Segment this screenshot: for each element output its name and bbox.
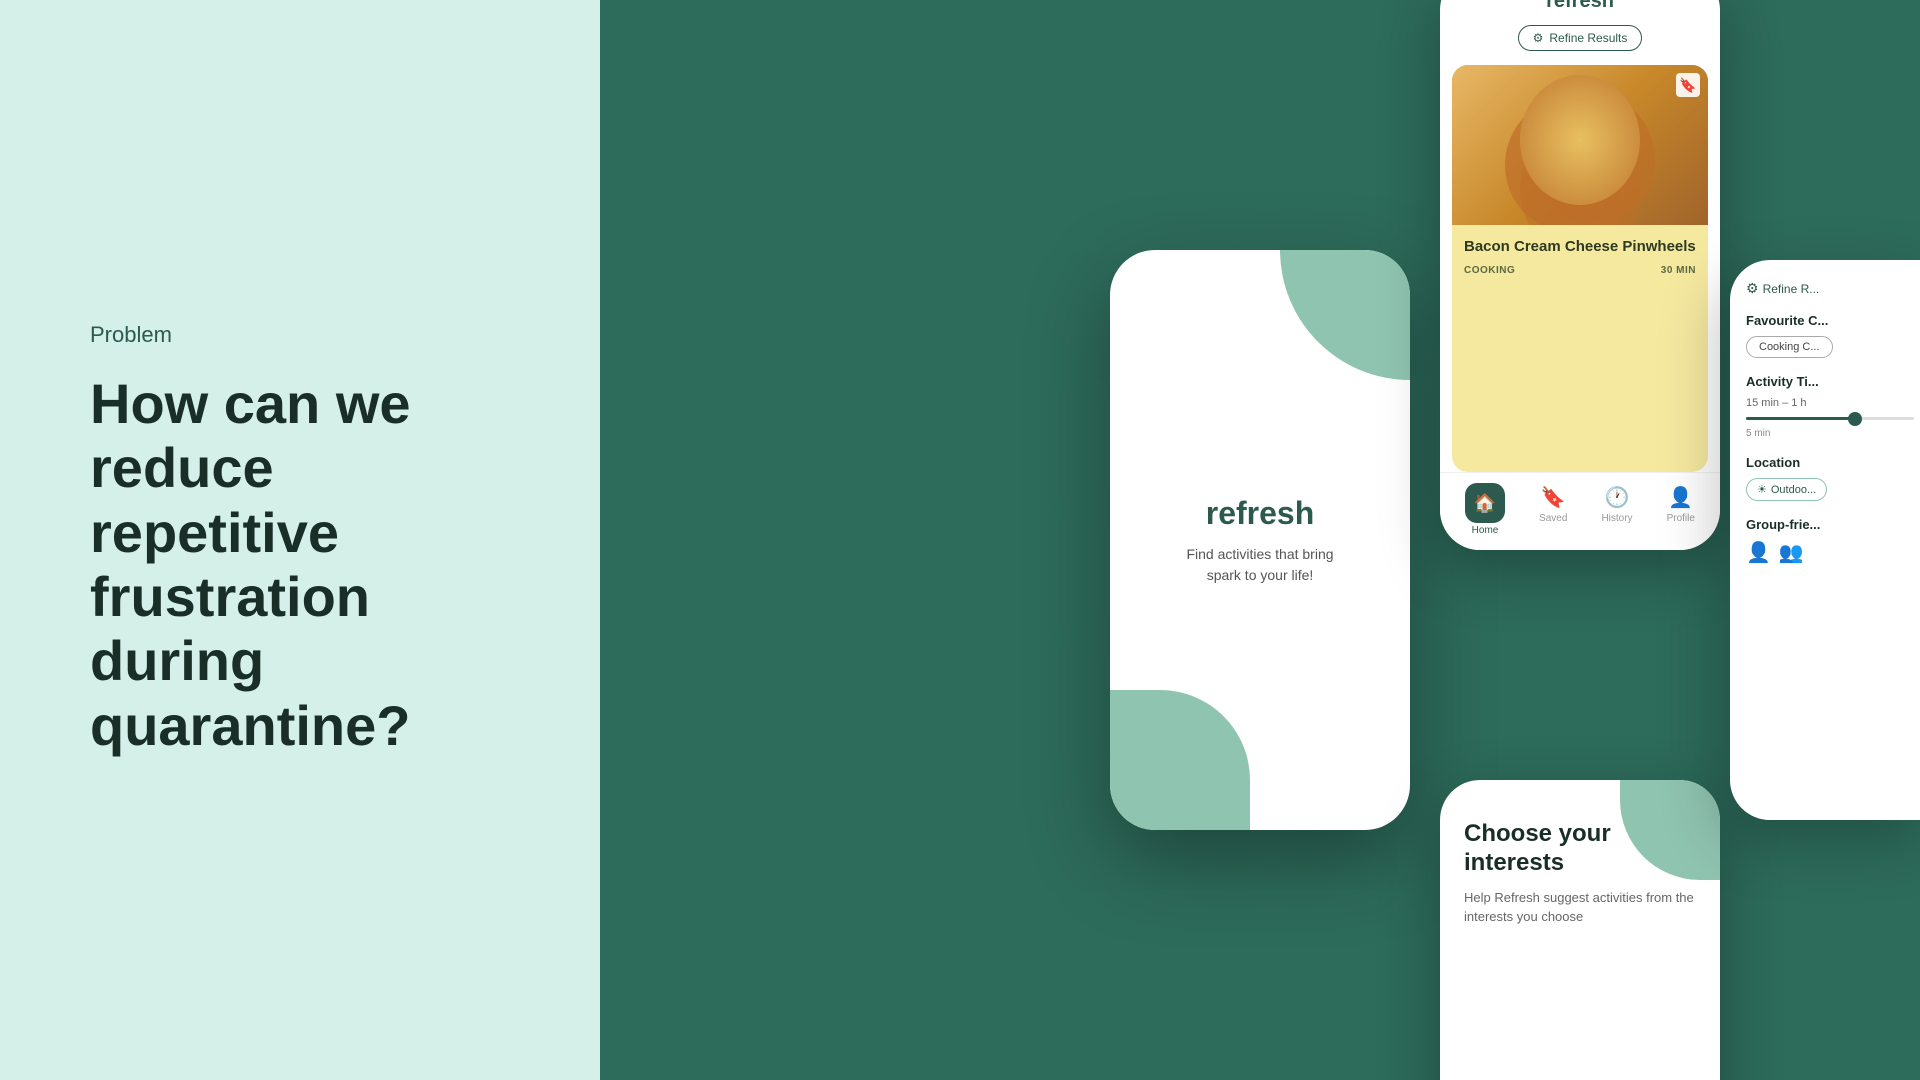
center-app-subtitle: Find activities that bring spark to your…	[1186, 544, 1333, 586]
recipe-time: 30 MIN	[1661, 265, 1696, 276]
refine-filter-icon: ⚙	[1746, 280, 1759, 297]
choose-subtitle: Help Refresh suggest activities from the…	[1464, 888, 1696, 927]
center-app-name: refresh	[1186, 495, 1333, 532]
top-right-app-name: refresh	[1456, 0, 1704, 13]
recipe-info: Bacon Cream Cheese Pinwheels COOKING 30 …	[1452, 225, 1708, 288]
group-person-icon[interactable]: 👥	[1779, 540, 1804, 565]
recipe-meta: COOKING 30 MIN	[1464, 265, 1696, 276]
favourite-title: Favourite C...	[1746, 313, 1914, 328]
refine-row: ⚙ Refine R...	[1746, 280, 1914, 297]
nav-home[interactable]: 🏠 Home	[1465, 483, 1505, 536]
filter-icon: ⚙	[1533, 31, 1544, 45]
recipe-title: Bacon Cream Cheese Pinwheels	[1464, 237, 1696, 257]
slider-fill	[1746, 417, 1855, 420]
recipe-image-placeholder	[1452, 65, 1708, 225]
location-icon: ☀	[1757, 483, 1767, 496]
top-right-header: refresh ⚙ Refine Results	[1440, 0, 1720, 65]
far-right-panel: ⚙ Refine R... Favourite C... Cooking C..…	[1730, 260, 1920, 820]
favourite-section: Favourite C... Cooking C...	[1746, 313, 1914, 358]
recipe-category: COOKING	[1464, 265, 1515, 276]
activity-time-section: Activity Ti... 15 min – 1 h 5 min	[1746, 374, 1914, 439]
bottom-nav: 🏠 Home 🔖 Saved 🕐 History 👤 Profile	[1440, 472, 1720, 550]
nav-history[interactable]: 🕐 History	[1601, 483, 1632, 536]
bottom-right-phone-mockup: Choose your interests Help Refresh sugge…	[1440, 780, 1720, 1080]
profile-icon: 👤	[1668, 483, 1693, 511]
history-icon: 🕐	[1605, 483, 1630, 511]
location-tag[interactable]: ☀ Outdoo...	[1746, 478, 1827, 501]
single-person-icon[interactable]: 👤	[1746, 540, 1771, 565]
saved-icon: 🔖	[1541, 483, 1566, 511]
problem-heading: How can we reduce repetitive frustration…	[90, 372, 510, 758]
slider-thumb	[1848, 412, 1862, 426]
top-right-phone-mockup: refresh ⚙ Refine Results 🔖 Bacon Cream C…	[1440, 0, 1720, 550]
bookmark-icon[interactable]: 🔖	[1676, 73, 1700, 97]
group-title: Group-frie...	[1746, 517, 1914, 532]
choose-title: Choose your interests	[1464, 820, 1696, 878]
recipe-card: 🔖 Bacon Cream Cheese Pinwheels COOKING 3…	[1452, 65, 1708, 472]
recipe-image: 🔖	[1452, 65, 1708, 225]
group-icons: 👤 👥	[1746, 540, 1914, 565]
center-phone-content: refresh Find activities that bring spark…	[1166, 475, 1353, 606]
problem-label: Problem	[90, 322, 510, 348]
location-section: Location ☀ Outdoo...	[1746, 455, 1914, 501]
slider-labels: 5 min	[1746, 428, 1914, 439]
nav-saved[interactable]: 🔖 Saved	[1539, 483, 1567, 536]
activity-time-title: Activity Ti...	[1746, 374, 1914, 389]
left-panel: Problem How can we reduce repetitive fru…	[0, 0, 600, 1080]
refine-results-button[interactable]: ⚙ Refine Results	[1518, 25, 1643, 51]
right-panel: refresh Find activities that bring spark…	[600, 0, 1920, 1080]
group-section: Group-frie... 👤 👥	[1746, 517, 1914, 565]
location-title: Location	[1746, 455, 1914, 470]
time-slider[interactable]	[1746, 417, 1914, 420]
favourite-tag[interactable]: Cooking C...	[1746, 336, 1833, 358]
nav-profile[interactable]: 👤 Profile	[1667, 483, 1695, 536]
bottom-right-content: Choose your interests Help Refresh sugge…	[1440, 780, 1720, 1080]
time-range: 15 min – 1 h	[1746, 397, 1914, 409]
home-icon: 🏠	[1465, 483, 1505, 523]
center-phone-mockup: refresh Find activities that bring spark…	[1110, 250, 1410, 830]
